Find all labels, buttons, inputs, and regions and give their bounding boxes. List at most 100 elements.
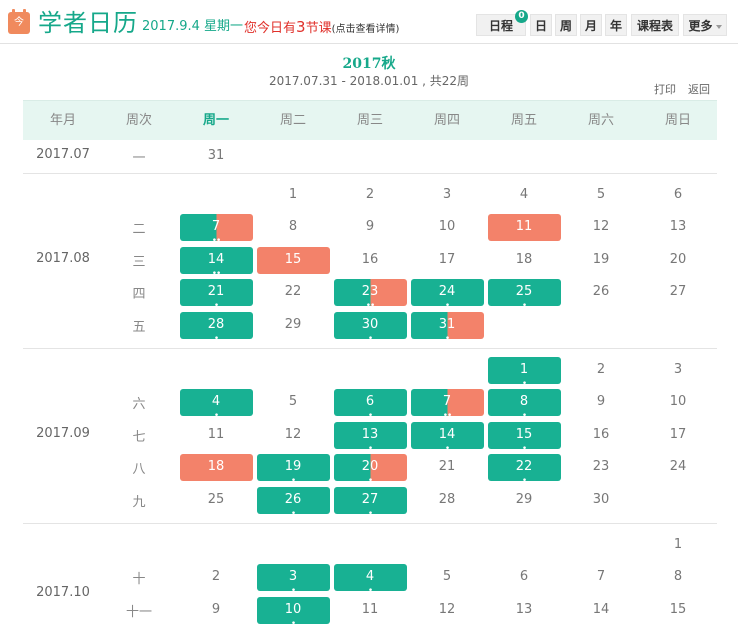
calendar-day[interactable]: 27 xyxy=(642,279,715,306)
calendar-day-event[interactable]: 18 xyxy=(179,454,253,482)
event-indicator-dots: • xyxy=(290,586,296,597)
today-class-notice[interactable]: 您今日有3节课(点击查看详情) xyxy=(244,18,399,39)
calendar-day[interactable]: 3 xyxy=(642,357,715,384)
timetable-button[interactable]: 课程表 xyxy=(631,14,679,36)
calendar-day[interactable]: 2 xyxy=(180,564,253,591)
month-view-button[interactable]: 月 xyxy=(580,14,602,36)
event-indicator-dots: •• xyxy=(211,236,222,247)
week-number: 十 xyxy=(132,572,146,588)
calendar-day[interactable]: 1 xyxy=(257,182,330,209)
calendar-day-event[interactable]: 7 •• xyxy=(179,214,253,247)
calendar-day[interactable]: 12 xyxy=(565,214,638,241)
more-dropdown[interactable]: 更多 xyxy=(683,14,727,36)
calendar-day[interactable]: 8 xyxy=(257,214,330,241)
calendar-day-event[interactable]: 8 • xyxy=(487,389,561,421)
calendar-day[interactable]: 13 xyxy=(488,597,561,624)
calendar-day-event[interactable]: 13 • xyxy=(333,421,407,453)
calendar-day[interactable]: 11 xyxy=(180,422,253,449)
calendar-day[interactable]: 10 xyxy=(642,389,715,416)
calendar-day[interactable]: 5 xyxy=(565,182,638,209)
day-view-button[interactable]: 日 xyxy=(530,14,552,36)
calendar-day[interactable]: 10 xyxy=(411,214,484,241)
calendar-day[interactable]: 5 xyxy=(257,389,330,416)
calendar-day-event[interactable]: 4 • xyxy=(179,389,253,421)
year-view-button[interactable]: 年 xyxy=(605,14,627,36)
calendar-day-event[interactable]: 25 • xyxy=(487,279,561,311)
column-header: 年月 xyxy=(49,113,76,128)
event-indicator-dots: •• xyxy=(442,411,453,422)
event-indicator-dots: • xyxy=(290,618,296,629)
calendar-day[interactable]: 24 xyxy=(642,454,715,481)
calendar-day-event[interactable]: 14 •• xyxy=(179,246,253,278)
calendar-day-event[interactable]: 1 • xyxy=(487,356,561,388)
calendar-day-event[interactable]: 24 • xyxy=(410,279,484,311)
calendar-day[interactable]: 18 xyxy=(488,247,561,274)
calendar-day[interactable]: 25 xyxy=(180,487,253,514)
chevron-down-icon xyxy=(715,24,722,29)
calendar-day[interactable]: 9 xyxy=(180,597,253,624)
calendar-day-event[interactable]: 28 • xyxy=(179,312,253,344)
calendar-day[interactable]: 26 xyxy=(565,279,638,306)
event-indicator-dots: • xyxy=(521,443,527,454)
calendar-day[interactable]: 31 xyxy=(180,143,253,170)
week-number: 八 xyxy=(132,462,146,478)
calendar-day[interactable]: 8 xyxy=(642,564,715,591)
calendar-day[interactable]: 12 xyxy=(257,422,330,449)
calendar-day-event[interactable]: 10 • xyxy=(256,596,330,629)
event-indicator-dots: • xyxy=(290,476,296,487)
calendar-day-event[interactable]: 15 • xyxy=(487,421,561,454)
calendar-day-event[interactable]: 4 • xyxy=(333,564,407,596)
calendar-day-event[interactable]: 22 • xyxy=(487,454,561,486)
calendar-day[interactable]: 21 xyxy=(411,454,484,481)
calendar-day[interactable]: 7 xyxy=(565,564,638,591)
calendar-day[interactable]: 17 xyxy=(411,247,484,274)
calendar-day[interactable]: 9 xyxy=(565,389,638,416)
calendar-day-event[interactable]: 21 • xyxy=(179,279,253,311)
calendar-day[interactable]: 29 xyxy=(257,312,330,339)
calendar-day[interactable]: 23 xyxy=(565,454,638,481)
calendar-day-event[interactable]: 19 • xyxy=(256,454,330,487)
calendar-day[interactable]: 6 xyxy=(642,182,715,209)
event-indicator-dots: •• xyxy=(365,301,376,312)
calendar-day[interactable]: 3 xyxy=(411,182,484,209)
calendar-day[interactable]: 12 xyxy=(411,597,484,624)
column-header: 周日 xyxy=(664,113,691,128)
back-link[interactable]: 返回 xyxy=(688,81,710,97)
calendar-day[interactable]: 5 xyxy=(411,564,484,591)
calendar-day[interactable]: 16 xyxy=(565,422,638,449)
print-link[interactable]: 打印 xyxy=(654,81,676,97)
calendar-day-event[interactable]: 30 • xyxy=(333,312,407,344)
calendar-day-event[interactable]: 15 xyxy=(256,246,330,274)
calendar-day-event[interactable]: 31 • xyxy=(410,312,484,344)
calendar-day-event[interactable]: 6 • xyxy=(333,389,407,421)
calendar-day-event[interactable]: 23 •• xyxy=(333,279,407,312)
week-number: 二 xyxy=(132,222,146,238)
calendar-day[interactable]: 29 xyxy=(488,487,561,514)
calendar-day[interactable]: 6 xyxy=(488,564,561,591)
calendar-day[interactable]: 15 xyxy=(642,597,715,624)
calendar-day[interactable]: 9 xyxy=(334,214,407,241)
calendar-day-event[interactable]: 27 • xyxy=(333,487,407,519)
calendar-day[interactable]: 2 xyxy=(334,182,407,209)
calendar-day[interactable]: 11 xyxy=(334,597,407,624)
calendar-day[interactable]: 16 xyxy=(334,247,407,274)
calendar-day[interactable]: 1 xyxy=(642,532,715,559)
calendar-day-event[interactable]: 3 • xyxy=(256,564,330,597)
calendar-day[interactable]: 20 xyxy=(642,247,715,274)
calendar-day[interactable]: 14 xyxy=(565,597,638,624)
calendar-day[interactable]: 28 xyxy=(411,487,484,514)
calendar-day-event[interactable]: 26 • xyxy=(256,487,330,519)
calendar-day[interactable]: 4 xyxy=(488,182,561,209)
calendar-day[interactable]: 2 xyxy=(565,357,638,384)
calendar-day-event[interactable]: 11 xyxy=(487,214,561,242)
week-number: 六 xyxy=(132,397,146,413)
calendar-day[interactable]: 17 xyxy=(642,422,715,449)
calendar-day-event[interactable]: 20 • xyxy=(333,454,407,486)
calendar-day[interactable]: 13 xyxy=(642,214,715,241)
week-view-button[interactable]: 周 xyxy=(555,14,577,36)
calendar-day[interactable]: 30 xyxy=(565,487,638,514)
calendar-day[interactable]: 19 xyxy=(565,247,638,274)
calendar-day-event[interactable]: 14 • xyxy=(410,421,484,453)
calendar-day[interactable]: 22 xyxy=(257,279,330,306)
calendar-day-event[interactable]: 7 •• xyxy=(410,389,484,422)
